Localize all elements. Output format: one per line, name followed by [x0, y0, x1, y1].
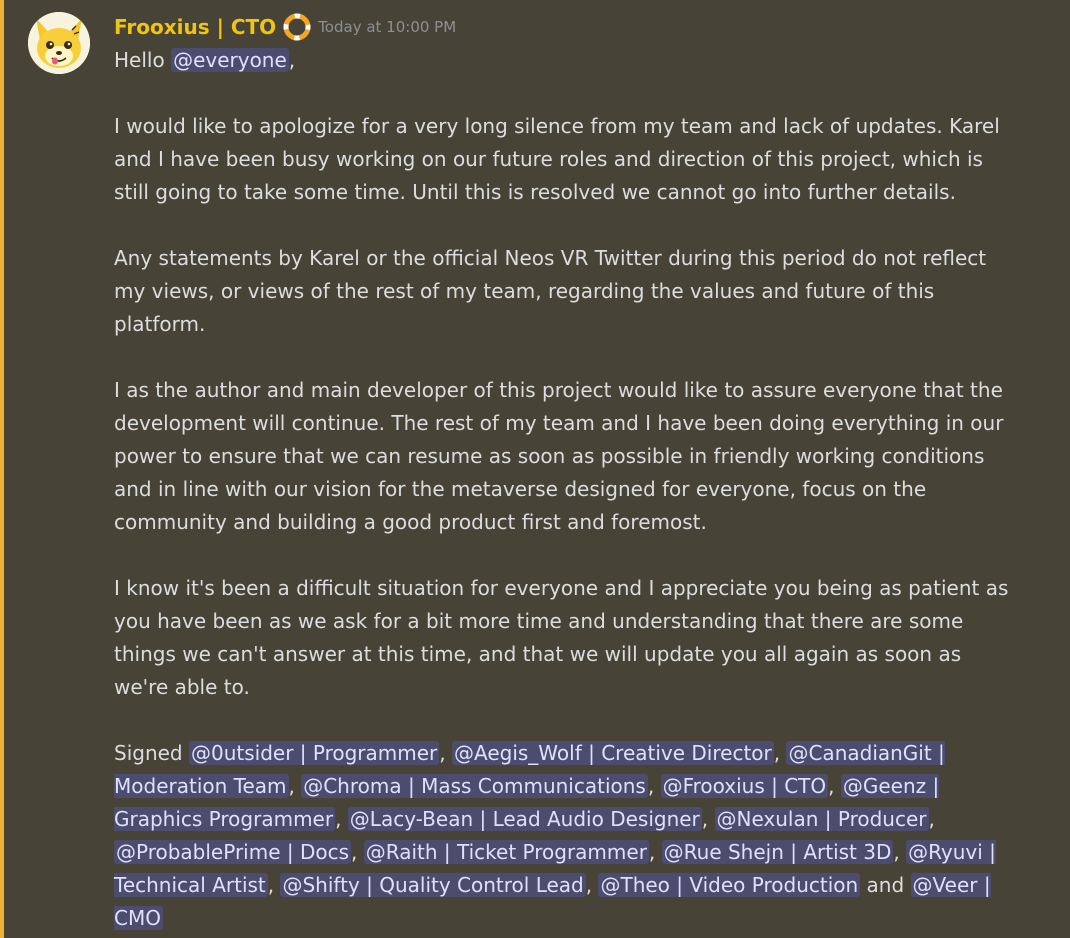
mention-rue-shejn[interactable]: @Rue Shejn | Artist 3D: [661, 840, 894, 864]
mention-separator: ,: [701, 807, 709, 831]
mention-separator: ,: [893, 840, 900, 864]
signed-conjunction: and: [866, 873, 905, 897]
paragraph-line: platform.: [114, 312, 206, 336]
mention-separator: ,: [648, 840, 656, 864]
mention-raith[interactable]: @Raith | Ticket Programmer: [363, 840, 649, 864]
mention-lacy-bean[interactable]: @Lacy-Bean | Lead Audio Designer: [347, 807, 702, 831]
paragraph-line: Any statements by Karel or the official …: [114, 246, 987, 270]
mention-shifty[interactable]: @Shifty | Quality Control Lead: [280, 873, 586, 897]
signed-prefix: Signed: [114, 741, 183, 765]
paragraph-2: Any statements by Karel or the official …: [114, 242, 1004, 341]
paragraph-1: I would like to apologize for a very lon…: [114, 110, 1004, 209]
paragraph-line: still going to take some time. Until thi…: [114, 180, 956, 204]
paragraph-line: I as the author and main developer of th…: [114, 378, 1003, 402]
mention-separator: ,: [585, 873, 593, 897]
author-name[interactable]: Frooxius | CTO: [114, 11, 276, 44]
mention-frooxius[interactable]: @Frooxius | CTO: [660, 774, 829, 798]
mention-separator: ,: [288, 774, 295, 798]
mention-0utsider[interactable]: @0utsider | Programmer: [188, 741, 440, 765]
mention-theo[interactable]: @Theo | Video Production: [598, 873, 861, 897]
mention-nexulan[interactable]: @Nexulan | Producer: [714, 807, 929, 831]
message-content: Frooxius | CTO Today at 10:00 PM Hello @…: [114, 10, 1009, 938]
message-timestamp[interactable]: Today at 10:00 PM: [318, 11, 456, 44]
mention-separator: ,: [828, 774, 835, 798]
mention-probableprime[interactable]: @ProbablePrime | Docs: [114, 840, 352, 864]
greeting-line: Hello @everyone,: [114, 44, 1004, 77]
message-highlighted: Frooxius | CTO Today at 10:00 PM Hello @…: [0, 0, 1070, 938]
paragraph-line: and I have been busy working on our futu…: [114, 147, 983, 171]
mention-separator: ,: [439, 741, 446, 765]
avatar[interactable]: [28, 12, 90, 74]
message-header: Frooxius | CTO Today at 10:00 PM: [114, 10, 1004, 44]
mention-aegis-wolf[interactable]: @Aegis_Wolf | Creative Director: [452, 741, 774, 765]
paragraph-line: I would like to apologize for a very lon…: [114, 114, 1000, 138]
chat-view: Frooxius | CTO Today at 10:00 PM Hello @…: [0, 0, 1070, 938]
paragraph-4: I know it's been a difficult situation f…: [114, 572, 1009, 704]
mention-separator: ,: [928, 807, 935, 831]
mention-separator: ,: [351, 840, 358, 864]
lifebuoy-icon: [282, 12, 312, 42]
paragraph-line: things we can't answer at this time, and…: [114, 642, 962, 666]
mention-separator: ,: [647, 774, 655, 798]
greeting-prefix: Hello: [114, 48, 165, 72]
paragraph-3: I as the author and main developer of th…: [114, 374, 1004, 539]
everyone-mention[interactable]: @everyone: [171, 48, 289, 72]
paragraph-line: community and building a good product fi…: [114, 510, 707, 534]
greeting-suffix: ,: [288, 48, 296, 72]
paragraph-line: development will continue. The rest of m…: [114, 411, 1004, 435]
paragraph-line: my views, or views of the rest of my tea…: [114, 279, 935, 303]
paragraph-line: I know it's been a difficult situation f…: [114, 576, 1009, 600]
signed-block: Signed @0utsider | Programmer, @Aegis_Wo…: [114, 737, 1004, 935]
paragraph-line: power to ensure that we can resume as so…: [114, 444, 985, 468]
paragraph-line: and in line with our vision for the meta…: [114, 477, 927, 501]
mention-separator: ,: [773, 741, 781, 765]
mention-separator: ,: [335, 807, 342, 831]
mention-chroma[interactable]: @Chroma | Mass Communications: [301, 774, 648, 798]
paragraph-line: we're able to.: [114, 675, 250, 699]
mention-separator: ,: [267, 873, 275, 897]
paragraph-line: you have been as we ask for a bit more t…: [114, 609, 964, 633]
